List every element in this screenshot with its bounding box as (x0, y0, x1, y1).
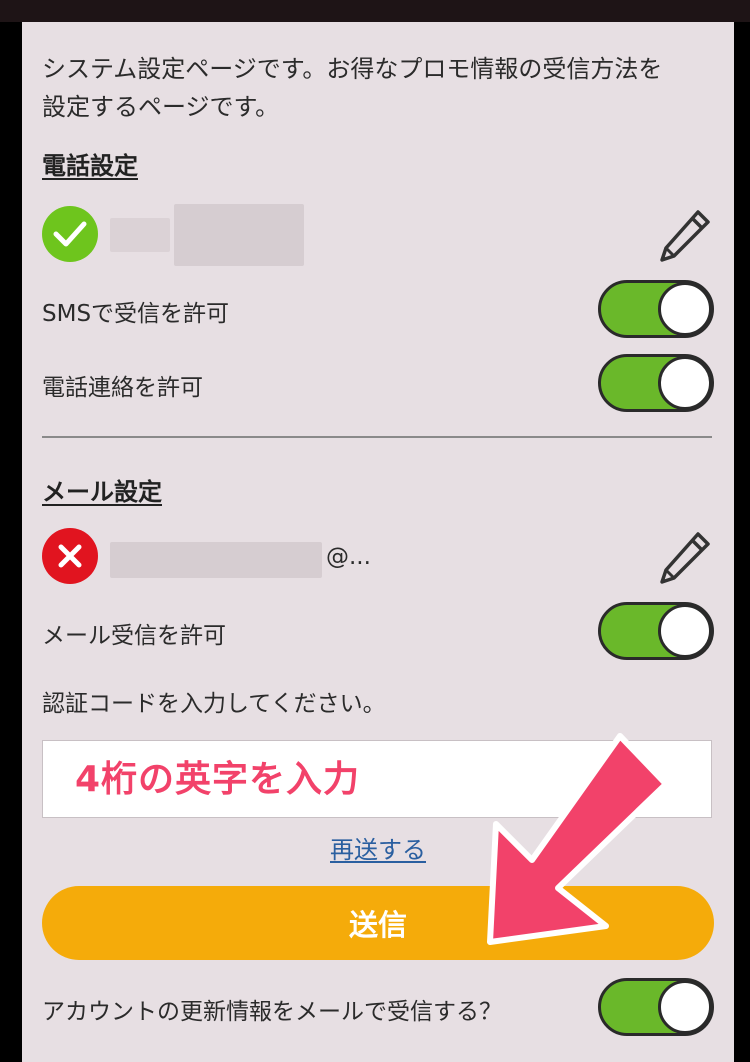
call-permission-toggle[interactable] (598, 354, 714, 412)
phone-verified-check-icon (42, 206, 98, 262)
account-update-toggle[interactable] (598, 978, 714, 1036)
section-divider (42, 436, 712, 438)
pencil-icon (660, 210, 710, 262)
toggle-knob (658, 282, 712, 336)
toggle-knob (658, 980, 712, 1034)
toggle-knob (658, 604, 712, 658)
intro-line-1: システム設定ページです。お得なプロモ情報の受信方法を (42, 55, 663, 83)
mail-unverified-cross-icon (42, 528, 98, 584)
phone-number-redacted (110, 218, 170, 252)
resend-link-label[interactable]: 再送する (330, 836, 426, 864)
email-redacted (110, 542, 322, 578)
phone-settings-heading: 電話設定 (42, 152, 138, 180)
intro-text: システム設定ページです。お得なプロモ情報の受信方法を 設定するページです。 (42, 50, 722, 126)
annotation-arrow-icon (487, 733, 669, 945)
mail-permission-toggle[interactable] (598, 602, 714, 660)
code-prompt: 認証コードを入力してください。 (42, 691, 386, 717)
call-permission-label: 電話連絡を許可 (42, 375, 203, 401)
phone-number-redacted-2 (174, 204, 304, 266)
pencil-icon (660, 532, 710, 584)
sms-permission-toggle[interactable] (598, 280, 714, 338)
toggle-knob (658, 356, 712, 410)
mail-permission-label: メール受信を許可 (42, 623, 226, 649)
top-bar (0, 0, 750, 22)
email-suffix: @... (326, 544, 371, 570)
edit-phone-button[interactable] (654, 206, 714, 270)
sms-permission-label: SMSで受信を許可 (42, 301, 230, 327)
account-update-label: アカウントの更新情報をメールで受信する？ (42, 999, 502, 1025)
edit-email-button[interactable] (654, 528, 714, 592)
mail-settings-heading: メール設定 (42, 478, 162, 506)
intro-line-2: 設定するページです。 (42, 93, 280, 121)
